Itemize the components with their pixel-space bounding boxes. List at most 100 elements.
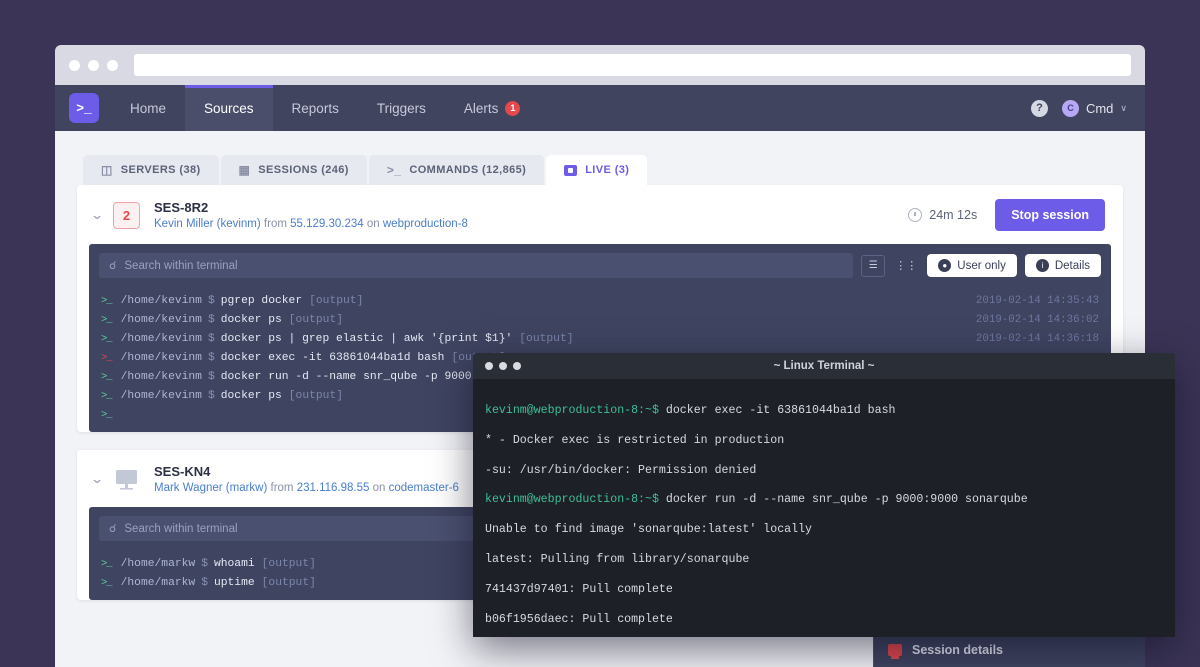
session-user[interactable]: Mark Wagner (markw) bbox=[154, 482, 267, 494]
line-command: pgrep docker bbox=[221, 295, 302, 307]
user-menu[interactable]: C Cmd ∨ bbox=[1062, 100, 1127, 117]
session-host[interactable]: webproduction-8 bbox=[383, 218, 468, 230]
nav-label: Alerts bbox=[464, 101, 499, 116]
timer-value: 24m 12s bbox=[929, 208, 977, 222]
session-details-icon bbox=[888, 644, 902, 656]
browser-chrome bbox=[55, 45, 1145, 85]
session-host[interactable]: codemaster-6 bbox=[389, 482, 459, 494]
maximize-window-dot[interactable] bbox=[513, 362, 521, 370]
prompt-icon: >_ bbox=[101, 577, 112, 589]
nav-label: Sources bbox=[204, 101, 254, 116]
prompt-icon: >_ bbox=[101, 314, 112, 326]
line-output-tag: [output] bbox=[289, 314, 343, 326]
session-title: SES-8R2 bbox=[154, 200, 468, 215]
nav-item-sources[interactable]: Sources bbox=[185, 85, 273, 131]
top-navigation: >_ Home Sources Reports Triggers Alerts … bbox=[55, 85, 1145, 131]
terminal-output-line: * - Docker exec is restricted in product… bbox=[485, 434, 1163, 449]
prompt-error-icon: >_ bbox=[101, 352, 112, 364]
terminal-output-line: b06f1956daec: Pull complete bbox=[485, 613, 1163, 628]
session-actions: 24m 12s Stop session bbox=[908, 199, 1105, 231]
stop-session-button[interactable]: Stop session bbox=[995, 199, 1105, 231]
search-icon: ☌ bbox=[109, 522, 116, 535]
line-command: whoami bbox=[214, 558, 255, 570]
nav-item-home[interactable]: Home bbox=[111, 85, 185, 131]
tab-sessions[interactable]: ▦ SESSIONS (246) bbox=[221, 155, 367, 185]
terminal-window-controls[interactable] bbox=[485, 362, 521, 370]
window-controls[interactable] bbox=[69, 60, 118, 71]
avatar: C bbox=[1062, 100, 1079, 117]
session-identity: SES-KN4 Mark Wagner (markw) from 231.116… bbox=[154, 464, 459, 494]
line-command: docker ps | grep elastic | awk '{print $… bbox=[221, 333, 513, 345]
line-command: docker run -d --name snr_qube -p 9000:90… bbox=[221, 371, 506, 383]
line-command: uptime bbox=[214, 577, 255, 589]
line-path: /home/kevinm bbox=[121, 295, 202, 307]
shell-prompt: kevinm@webproduction-8:~$ bbox=[485, 493, 659, 506]
tab-bar: ◫ SERVERS (38) ▦ SESSIONS (246) >_ COMMA… bbox=[55, 131, 1145, 185]
session-count-badge: 2 bbox=[113, 202, 140, 229]
session-timer: 24m 12s bbox=[908, 208, 977, 222]
details-button[interactable]: i Details bbox=[1025, 254, 1101, 277]
session-ip[interactable]: 55.129.30.234 bbox=[290, 218, 364, 230]
user-icon: ● bbox=[938, 259, 951, 272]
alerts-badge: 1 bbox=[505, 101, 520, 116]
monitor-icon: ▦ bbox=[239, 164, 251, 176]
database-icon: ◫ bbox=[101, 164, 113, 176]
floating-terminal-window[interactable]: ~ Linux Terminal ~ kevinm@webproduction-… bbox=[473, 353, 1175, 637]
terminal-command: docker exec -it 63861044ba1d bash bbox=[659, 404, 896, 417]
terminal-command-line: kevinm@webproduction-8:~$ docker exec -i… bbox=[485, 404, 1163, 419]
on-label: on bbox=[367, 218, 380, 230]
line-command: docker ps bbox=[221, 390, 282, 402]
collapse-chevron-icon[interactable]: ⌄ bbox=[90, 207, 116, 223]
close-window-dot[interactable] bbox=[69, 60, 80, 71]
minimize-window-dot[interactable] bbox=[88, 60, 99, 71]
app-logo[interactable]: >_ bbox=[55, 85, 111, 131]
terminal-output-line: latest: Pulling from library/sonarqube bbox=[485, 553, 1163, 568]
terminal-output[interactable]: kevinm@webproduction-8:~$ docker exec -i… bbox=[473, 379, 1175, 637]
live-icon bbox=[564, 165, 577, 176]
prompt-icon: >_ bbox=[101, 371, 112, 383]
user-only-button[interactable]: ● User only bbox=[927, 254, 1017, 277]
session-subtitle: Mark Wagner (markw) from 231.116.98.55 o… bbox=[154, 482, 459, 494]
search-icon: ☌ bbox=[109, 259, 116, 272]
from-label: from bbox=[264, 218, 287, 230]
nav-item-alerts[interactable]: Alerts 1 bbox=[445, 85, 540, 131]
minimize-window-dot[interactable] bbox=[499, 362, 507, 370]
prompt-icon: >_ bbox=[101, 558, 112, 570]
maximize-window-dot[interactable] bbox=[107, 60, 118, 71]
line-path: /home/kevinm bbox=[121, 333, 202, 345]
details-label: Details bbox=[1055, 260, 1090, 272]
line-timestamp: 2019-02-14 14:36:02 bbox=[964, 314, 1099, 326]
user-only-label: User only bbox=[957, 260, 1006, 272]
url-bar[interactable] bbox=[134, 54, 1131, 76]
list-view-icon[interactable]: ☰ bbox=[861, 255, 885, 277]
screen: >_ Home Sources Reports Triggers Alerts … bbox=[0, 0, 1200, 667]
prompt-icon: >_ bbox=[101, 409, 112, 421]
line-command: docker exec -it 63861044ba1d bash bbox=[221, 352, 445, 364]
nav-label: Home bbox=[130, 101, 166, 116]
floating-terminal-titlebar[interactable]: ~ Linux Terminal ~ bbox=[473, 353, 1175, 379]
dollar-sign: $ bbox=[201, 577, 208, 589]
prompt-icon: >_ bbox=[387, 164, 401, 176]
session-ip[interactable]: 231.116.98.55 bbox=[297, 482, 370, 494]
terminal-line[interactable]: >_ /home/kevinm $ docker ps | grep elast… bbox=[101, 329, 1099, 348]
tab-commands[interactable]: >_ COMMANDS (12,865) bbox=[369, 155, 544, 185]
collapse-chevron-icon[interactable]: ⌄ bbox=[90, 471, 116, 487]
line-path: /home/kevinm bbox=[121, 390, 202, 402]
help-icon[interactable]: ? bbox=[1031, 100, 1048, 117]
search-placeholder: Search within terminal bbox=[124, 523, 237, 535]
terminal-command: docker run -d --name snr_qube -p 9000:90… bbox=[659, 493, 1028, 506]
search-input[interactable]: ☌ Search within terminal bbox=[99, 253, 853, 278]
dollar-sign: $ bbox=[201, 558, 208, 570]
tab-live[interactable]: LIVE (3) bbox=[546, 155, 647, 185]
nav-item-reports[interactable]: Reports bbox=[273, 85, 358, 131]
terminal-line[interactable]: >_ /home/kevinm $ pgrep docker [output] … bbox=[101, 291, 1099, 310]
session-user[interactable]: Kevin Miller (kevinm) bbox=[154, 218, 261, 230]
terminal-line[interactable]: >_ /home/kevinm $ docker ps [output] 201… bbox=[101, 310, 1099, 329]
nav-item-triggers[interactable]: Triggers bbox=[358, 85, 445, 131]
compact-view-icon[interactable]: ⋮⋮ bbox=[893, 259, 919, 272]
clock-icon bbox=[908, 208, 922, 222]
line-path: /home/kevinm bbox=[121, 314, 202, 326]
line-path: /home/markw bbox=[121, 558, 196, 570]
tab-servers[interactable]: ◫ SERVERS (38) bbox=[83, 155, 219, 185]
close-window-dot[interactable] bbox=[485, 362, 493, 370]
